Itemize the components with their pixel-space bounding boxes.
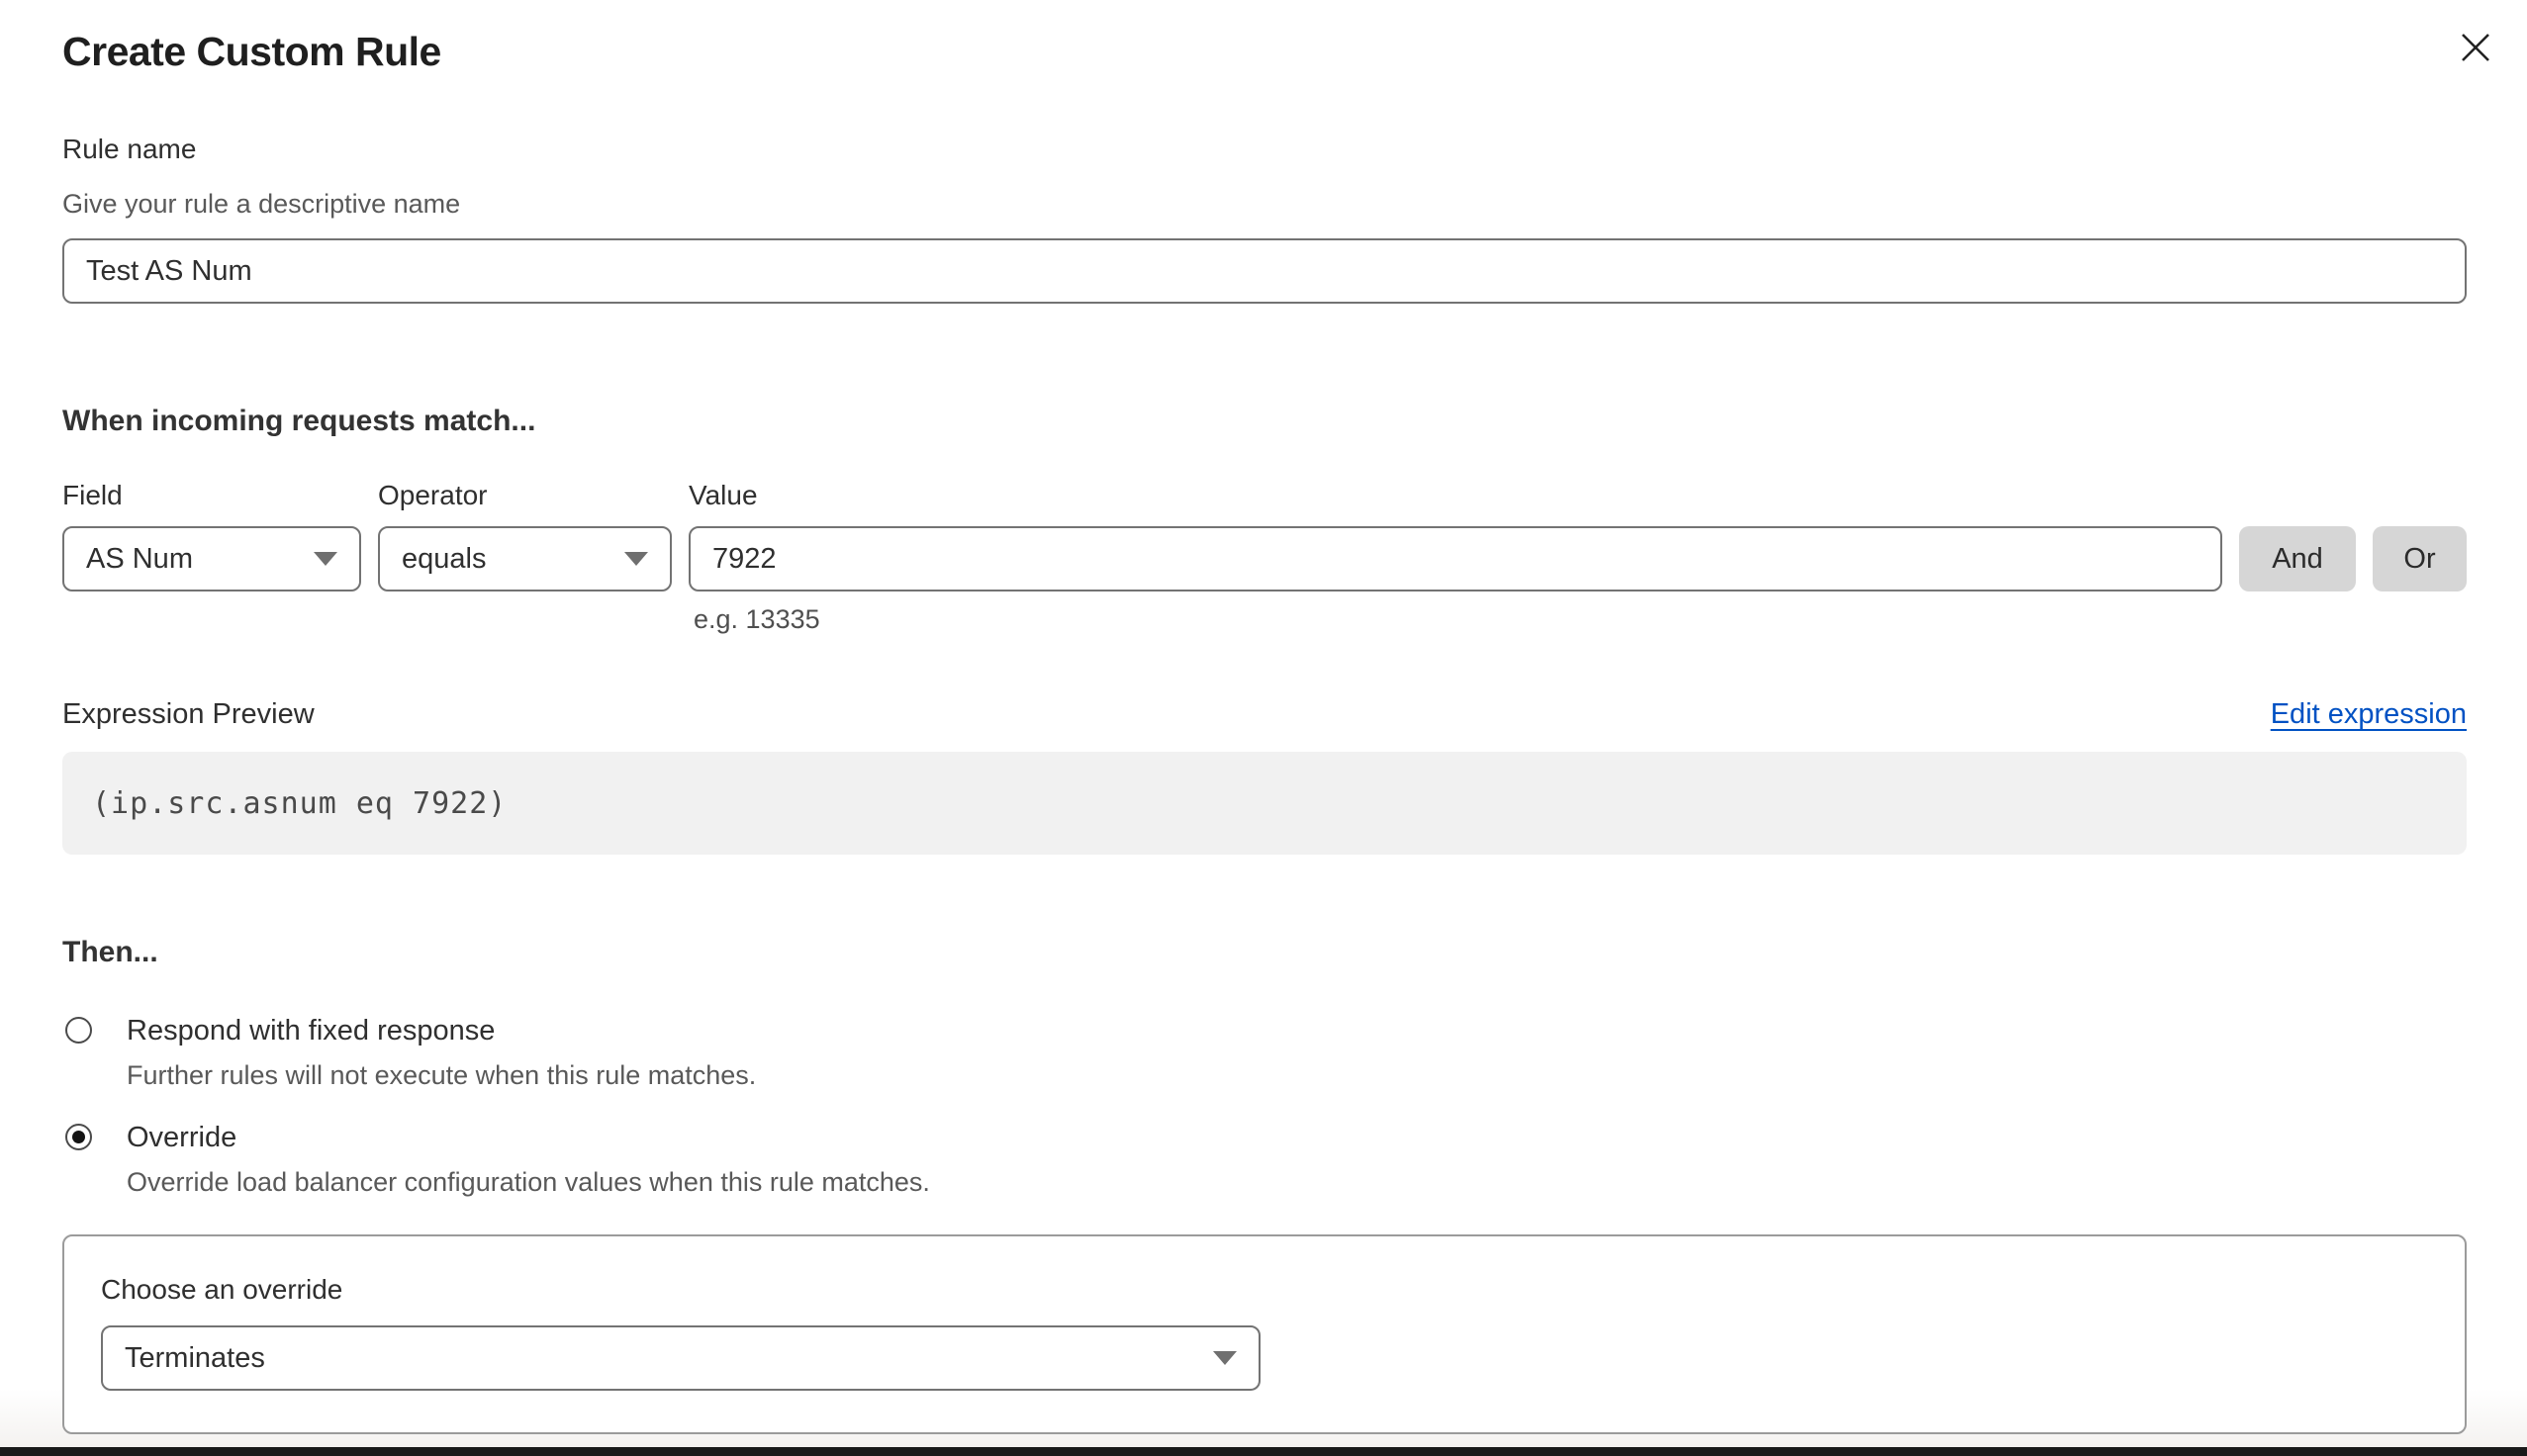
dialog-title: Create Custom Rule — [62, 26, 2467, 77]
field-select[interactable]: AS Num — [62, 526, 361, 592]
rule-name-input[interactable] — [62, 238, 2467, 304]
fixed-response-helper: Further rules will not execute when this… — [127, 1058, 756, 1092]
match-section-heading: When incoming requests match... — [62, 403, 2467, 440]
close-icon — [2459, 31, 2492, 64]
rule-name-label: Rule name — [62, 132, 2467, 167]
operator-label: Operator — [378, 478, 672, 513]
value-hint: e.g. 13335 — [62, 603, 2467, 636]
edit-expression-link[interactable]: Edit expression — [2271, 698, 2467, 731]
or-button[interactable]: Or — [2373, 526, 2467, 592]
expression-preview-row: Expression Preview Edit expression — [62, 695, 2467, 733]
close-button[interactable] — [2456, 28, 2495, 67]
field-select-value: AS Num — [86, 543, 193, 576]
operator-select-value: equals — [402, 543, 486, 576]
value-input[interactable] — [689, 526, 2222, 592]
override-label[interactable]: Override — [127, 1120, 930, 1155]
condition-controls-row: AS Num equals And Or — [62, 526, 2467, 592]
expression-code-block: (ip.src.asnum eq 7922) — [62, 752, 2467, 855]
chevron-down-icon — [314, 552, 337, 566]
chevron-down-icon — [624, 552, 648, 566]
fixed-response-label[interactable]: Respond with fixed response — [127, 1013, 756, 1048]
choose-override-label: Choose an override — [101, 1272, 2465, 1308]
expression-code: (ip.src.asnum eq 7922) — [92, 786, 507, 821]
radio-button-icon[interactable] — [65, 1017, 92, 1044]
value-label: Value — [689, 478, 2222, 513]
rule-name-helper: Give your rule a descriptive name — [62, 187, 2467, 221]
override-select[interactable]: Terminates — [101, 1325, 1261, 1391]
then-section-heading: Then... — [62, 934, 2467, 971]
chevron-down-icon — [1213, 1351, 1237, 1365]
radio-option-override[interactable]: Override Override load balancer configur… — [62, 1120, 2467, 1199]
radio-button-icon[interactable] — [65, 1124, 92, 1150]
field-label: Field — [62, 478, 361, 513]
expression-preview-label: Expression Preview — [62, 695, 315, 733]
page-bottom-edge — [0, 1447, 2527, 1456]
operator-select[interactable]: equals — [378, 526, 672, 592]
radio-option-fixed-response[interactable]: Respond with fixed response Further rule… — [62, 1013, 2467, 1092]
override-config-panel: Choose an override Terminates — [62, 1234, 2467, 1434]
condition-labels-row: Field Operator Value — [62, 478, 2467, 513]
override-select-value: Terminates — [125, 1342, 265, 1375]
override-helper: Override load balancer configuration val… — [127, 1165, 930, 1199]
create-custom-rule-dialog: Create Custom Rule Rule name Give your r… — [0, 0, 2527, 1447]
and-button[interactable]: And — [2239, 526, 2356, 592]
